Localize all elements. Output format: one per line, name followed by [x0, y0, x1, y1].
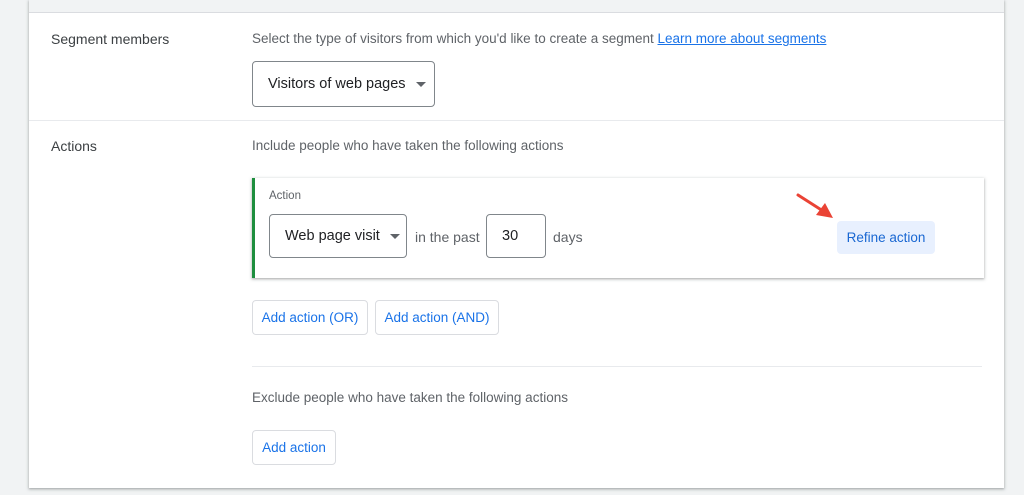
segment-members-label: Segment members — [51, 31, 170, 47]
section-divider — [29, 120, 1004, 121]
action-type-selected: Web page visit — [285, 228, 380, 244]
add-action-and-button[interactable]: Add action (AND) — [375, 300, 499, 335]
visitor-type-selected: Visitors of web pages — [268, 76, 406, 92]
add-action-button[interactable]: Add action — [252, 430, 336, 465]
segment-members-description-text: Select the type of visitors from which y… — [252, 31, 658, 46]
exclude-actions-description: Exclude people who have taken the follow… — [252, 390, 568, 405]
include-actions-description: Include people who have taken the follow… — [252, 138, 564, 153]
page: Segment members Select the type of visit… — [0, 0, 1024, 495]
add-action-or-button[interactable]: Add action (OR) — [252, 300, 368, 335]
days-input[interactable]: 30 — [486, 214, 546, 258]
red-arrow-icon — [796, 193, 833, 218]
caret-down-icon — [389, 233, 400, 239]
learn-more-link[interactable]: Learn more about segments — [658, 31, 827, 46]
actions-label: Actions — [51, 138, 97, 154]
action-title: Action — [269, 190, 301, 202]
top-card-edge — [29, 0, 1004, 13]
days-text: days — [553, 229, 583, 245]
visitor-type-dropdown[interactable]: Visitors of web pages — [252, 61, 435, 107]
segment-members-description: Select the type of visitors from which y… — [252, 31, 826, 46]
exclude-divider — [252, 366, 982, 367]
in-the-past-text: in the past — [415, 229, 480, 245]
days-input-value: 30 — [502, 228, 519, 244]
action-card: Action Web page visit in the past 30 day… — [252, 178, 984, 278]
refine-action-button[interactable]: Refine action — [837, 221, 935, 254]
segment-definition-card: Segment members Select the type of visit… — [29, 0, 1004, 488]
action-type-dropdown[interactable]: Web page visit — [269, 214, 407, 258]
caret-down-icon — [415, 81, 426, 87]
